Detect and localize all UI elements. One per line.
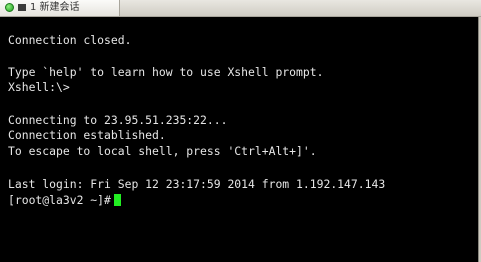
connected-status-icon [5,3,14,12]
terminal-line: Xshell:\> [8,80,70,94]
terminal-icon [18,4,26,11]
terminal-line: Connecting to 23.95.51.235:22... [8,113,228,127]
terminal-line: Connection established. [8,128,166,142]
prompt-text: [root@la3v2 ~]# [8,193,111,207]
session-tab[interactable]: 1 新建会话 [0,0,120,16]
session-tab-bar: 1 新建会话 [0,0,481,17]
terminal-line: Last login: Fri Sep 12 23:17:59 2014 fro… [8,177,386,191]
text-cursor [113,194,121,206]
xshell-window: 1 新建会话 Connection closed. Type `help' to… [0,0,481,262]
terminal-line: To escape to local shell, press 'Ctrl+Al… [8,144,317,158]
terminal-line: Type `help' to learn how to use Xshell p… [8,65,324,79]
session-tab-label: 1 新建会话 [30,2,80,13]
terminal-line: Connection closed. [8,33,132,47]
shell-prompt[interactable]: [root@la3v2 ~]# [8,193,121,207]
terminal-output[interactable]: Connection closed. Type `help' to learn … [0,17,478,262]
